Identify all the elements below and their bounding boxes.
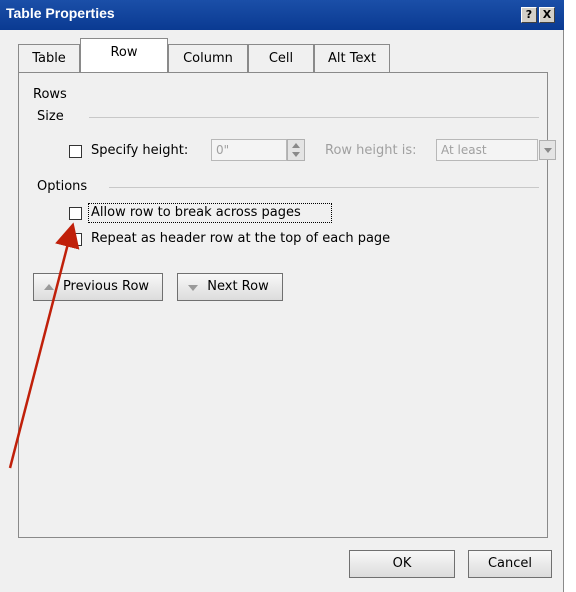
tab-row[interactable]: Row [80,38,168,72]
annotation-overlay [8,222,80,469]
red-arrow-icon [8,222,80,469]
